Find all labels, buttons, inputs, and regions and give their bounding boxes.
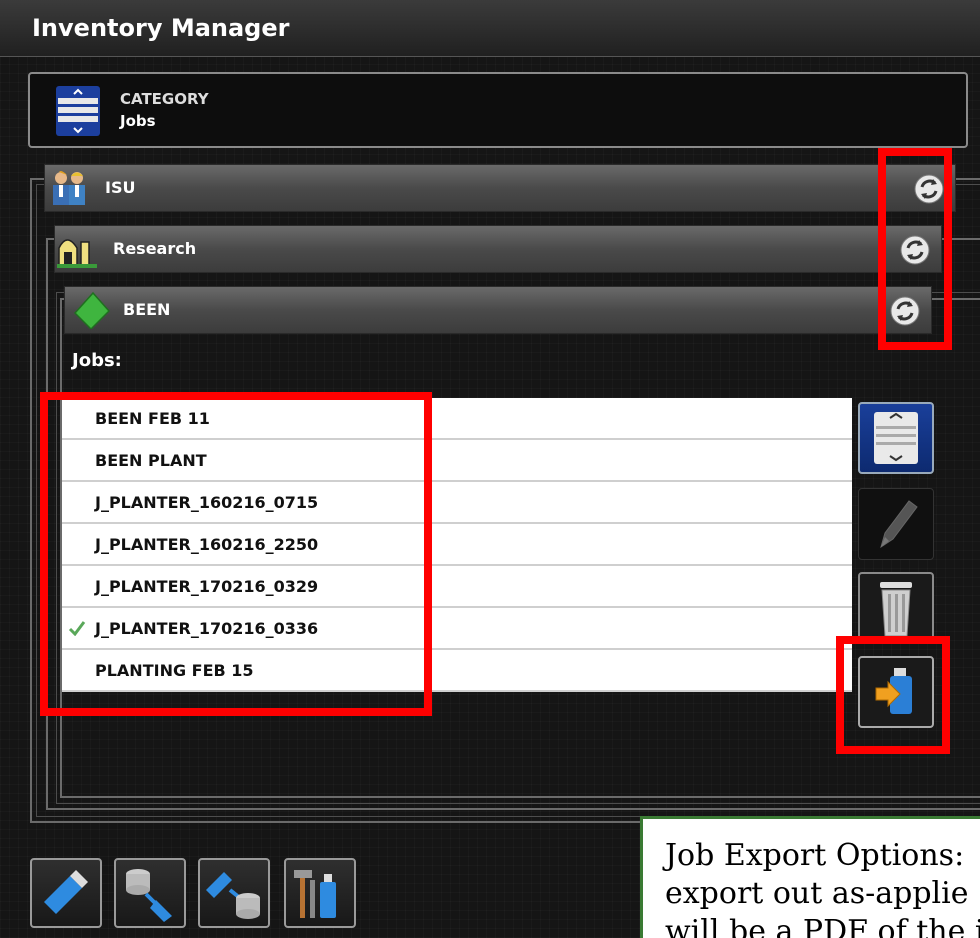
- data-to-usb-icon: [126, 869, 172, 922]
- refresh-highlight: [878, 148, 952, 350]
- trash-icon: [880, 582, 912, 637]
- scroll-list-button[interactable]: [858, 402, 934, 474]
- people-icon: [53, 171, 85, 205]
- category-label: CATEGORY: [120, 90, 209, 108]
- usb-button[interactable]: [30, 858, 102, 928]
- farm-row-research[interactable]: Research: [54, 225, 942, 273]
- usb-to-data-button[interactable]: [198, 858, 270, 928]
- tools-usb-icon: [294, 870, 336, 918]
- usb-icon: [44, 870, 88, 914]
- title-bar: Inventory Manager: [0, 0, 980, 57]
- farm-barn-icon: [57, 239, 97, 268]
- inventory-manager-screen: Inventory Manager CATEGORY Jobs ISU Rese…: [0, 0, 980, 938]
- scroll-list-icon: [874, 412, 918, 464]
- field-icon: [73, 291, 111, 329]
- delete-button[interactable]: [858, 572, 934, 644]
- field-row-been[interactable]: BEEN: [64, 286, 932, 334]
- client-row-isu[interactable]: ISU: [44, 164, 956, 212]
- farm-label: Research: [113, 239, 197, 258]
- tools-usb-button[interactable]: [284, 858, 356, 928]
- usb-to-data-icon: [206, 872, 260, 919]
- note-text: Job Export Options: export out as-applie…: [665, 838, 980, 938]
- jobs-label: Jobs:: [72, 350, 122, 371]
- client-label: ISU: [105, 178, 136, 197]
- field-label: BEEN: [123, 300, 171, 319]
- export-options-note: Job Export Options: export out as-applie…: [640, 816, 980, 938]
- export-highlight: [836, 636, 950, 754]
- category-value: Jobs: [120, 112, 156, 130]
- page-title: Inventory Manager: [32, 14, 290, 42]
- data-to-usb-button[interactable]: [114, 858, 186, 928]
- category-selector[interactable]: CATEGORY Jobs: [28, 72, 968, 148]
- edit-pencil-icon: [880, 500, 918, 549]
- edit-button[interactable]: [858, 488, 934, 560]
- category-scroll-icon: [56, 86, 100, 136]
- jobs-list-highlight: [40, 392, 432, 716]
